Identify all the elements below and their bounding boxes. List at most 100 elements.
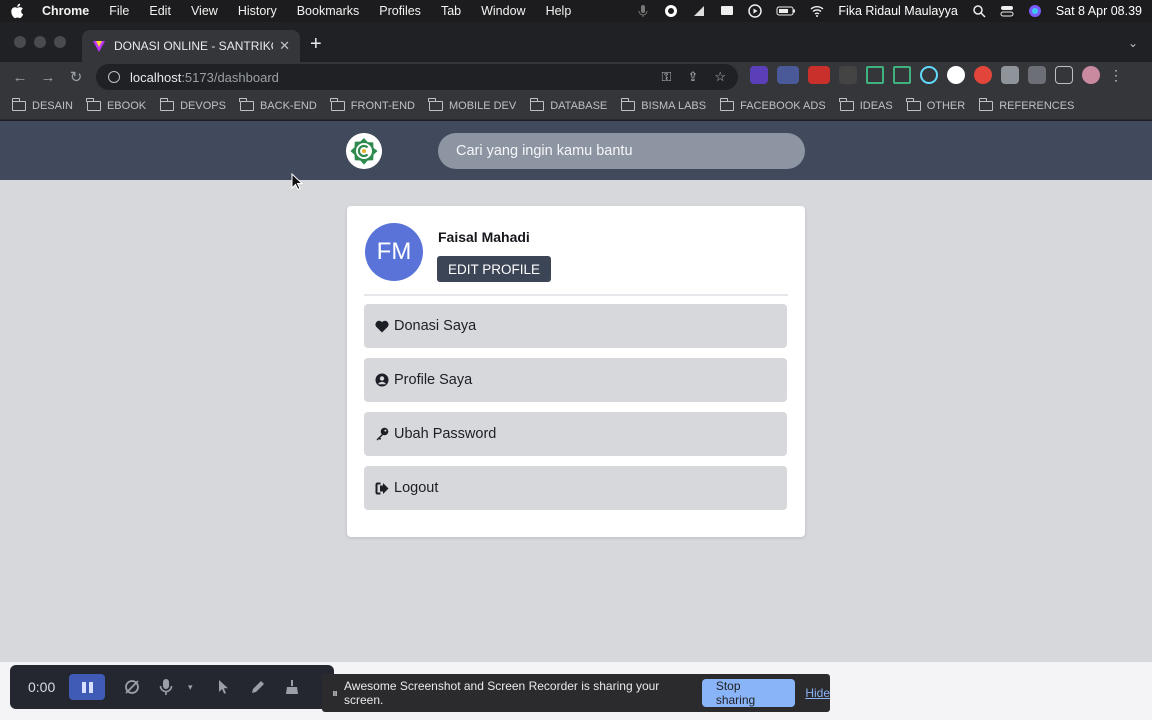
menu-window[interactable]: Window xyxy=(481,4,525,18)
bookmark-folder[interactable]: DESAIN xyxy=(11,97,73,112)
menu-item-profile-saya[interactable]: Profile Saya xyxy=(364,358,787,402)
bookmark-folder[interactable]: BACK-END xyxy=(239,97,317,112)
minimize-window-button[interactable] xyxy=(34,36,46,48)
site-logo[interactable] xyxy=(346,133,382,169)
creative-cloud-icon[interactable] xyxy=(664,4,678,18)
folder-icon xyxy=(839,97,854,111)
menu-view[interactable]: View xyxy=(191,4,218,18)
tab-donasi-online[interactable]: DONASI ONLINE - SANTRIKODI ✕ xyxy=(82,30,300,62)
bookmark-label: DESAIN xyxy=(32,99,73,112)
screen-sharing-notice: ⏸ Awesome Screenshot and Screen Recorder… xyxy=(322,674,830,712)
bookmark-label: IDEAS xyxy=(859,99,893,112)
spotlight-search-icon[interactable] xyxy=(972,4,986,18)
bookmark-label: MOBILE DEV xyxy=(448,99,517,112)
search-input[interactable]: Cari yang ingin kamu bantu xyxy=(438,133,805,169)
menu-help[interactable]: Help xyxy=(546,4,572,18)
close-tab-icon[interactable]: ✕ xyxy=(279,38,290,54)
screen-recorder-toolbar: 0:00 ▾ xyxy=(10,665,334,709)
siri-icon[interactable] xyxy=(1028,4,1042,18)
bookmark-star-icon[interactable]: ☆ xyxy=(714,69,726,85)
profile-avatar-icon[interactable] xyxy=(1082,66,1100,84)
menubar-username[interactable]: Fika Ridaul Maulayya xyxy=(838,4,958,18)
site-info-icon[interactable] xyxy=(108,71,120,83)
menu-profiles[interactable]: Profiles xyxy=(379,4,421,18)
play-circle-icon[interactable] xyxy=(748,4,763,18)
chrome-menu-icon[interactable]: ⋮ xyxy=(1109,66,1123,84)
folder-icon xyxy=(906,97,921,111)
reading-list-icon[interactable] xyxy=(1028,66,1046,84)
menu-tab[interactable]: Tab xyxy=(441,4,461,18)
pointer-tool-icon[interactable] xyxy=(215,678,233,696)
menu-history[interactable]: History xyxy=(238,4,277,18)
microphone-icon[interactable] xyxy=(636,4,650,18)
pen-tool-icon[interactable] xyxy=(249,678,267,696)
extension-metric-icon[interactable] xyxy=(777,66,799,84)
wifi-icon[interactable] xyxy=(810,4,824,18)
folder-icon xyxy=(11,97,26,111)
bookmark-folder[interactable]: BISMA LABS xyxy=(620,97,706,112)
edit-profile-button[interactable]: EDIT PROFILE xyxy=(437,256,552,282)
extension-i-icon[interactable] xyxy=(839,66,857,84)
close-window-button[interactable] xyxy=(14,36,26,48)
vue-devtools-alt-icon[interactable] xyxy=(893,66,911,84)
bookmark-folder[interactable]: EBOOK xyxy=(86,97,147,112)
microphone-icon[interactable] xyxy=(157,678,175,696)
menubar-datetime[interactable]: Sat 8 Apr 08.39 xyxy=(1056,4,1142,18)
bookmark-folder[interactable]: DEVOPS xyxy=(159,97,226,112)
site-header: Cari yang ingin kamu bantu xyxy=(0,121,1152,180)
extension-purple-icon[interactable] xyxy=(750,66,768,84)
menu-edit[interactable]: Edit xyxy=(149,4,171,18)
control-center-icon[interactable] xyxy=(1000,4,1014,18)
stop-sharing-button[interactable]: Stop sharing xyxy=(701,679,796,707)
react-devtools-icon[interactable] xyxy=(920,66,938,84)
mic-dropdown-chevron-icon[interactable]: ▾ xyxy=(181,678,199,696)
share-icon[interactable]: ⇪ xyxy=(687,69,698,85)
bookmark-label: FRONT-END xyxy=(350,99,415,112)
new-tab-button[interactable]: + xyxy=(310,34,322,54)
extensions-puzzle-icon[interactable] xyxy=(1001,66,1019,84)
battery-icon[interactable] xyxy=(776,4,796,18)
adblock-plus-icon[interactable] xyxy=(974,66,992,84)
bookmark-folder[interactable]: OTHER xyxy=(906,97,965,112)
pause-recording-button[interactable] xyxy=(69,674,106,700)
bookmark-folder[interactable]: MOBILE DEV xyxy=(428,97,517,112)
bookmark-label: DATABASE xyxy=(550,99,608,112)
zoom-window-button[interactable] xyxy=(54,36,66,48)
bookmark-folder[interactable]: FRONT-END xyxy=(330,97,415,112)
bookmark-folder[interactable]: REFERENCES xyxy=(978,97,1074,112)
eraser-broom-icon[interactable] xyxy=(283,678,301,696)
chrome-tab-strip: DONASI ONLINE - SANTRIKODI ✕ + ⌄ xyxy=(0,22,1152,62)
camera-off-icon[interactable] xyxy=(123,678,141,696)
bookmark-folder[interactable]: IDEAS xyxy=(839,97,893,112)
menu-file[interactable]: File xyxy=(109,4,129,18)
tab-search-chevron-icon[interactable]: ⌄ xyxy=(1128,36,1138,50)
apple-icon[interactable] xyxy=(10,3,24,19)
back-arrow-icon[interactable]: ← xyxy=(6,69,34,86)
bookmark-folder[interactable]: FACEBOOK ADS xyxy=(719,97,826,112)
menu-bookmarks[interactable]: Bookmarks xyxy=(297,4,360,18)
vue-devtools-icon[interactable] xyxy=(866,66,884,84)
hide-sharing-link[interactable]: Hide xyxy=(805,686,830,700)
extension-lcp-icon[interactable] xyxy=(808,66,830,84)
user-circle-icon xyxy=(374,372,390,388)
menu-item-logout[interactable]: Logout xyxy=(364,466,787,510)
menu-app-name[interactable]: Chrome xyxy=(42,4,89,18)
extensions-row: ⋮ xyxy=(750,66,1123,84)
bookmark-label: EBOOK xyxy=(106,99,147,112)
folder-icon xyxy=(239,97,254,111)
password-key-icon[interactable]: ⚿ xyxy=(662,69,672,85)
reload-icon[interactable]: ↻ xyxy=(62,68,90,86)
folder-icon xyxy=(978,97,994,111)
profile-card: FM Faisal Mahadi EDIT PROFILE Donasi Say… xyxy=(347,206,805,537)
menu-item-ubah-password[interactable]: Ubah Password xyxy=(364,412,787,456)
forward-arrow-icon[interactable]: → xyxy=(34,69,62,86)
extension-circle-icon[interactable] xyxy=(947,66,965,84)
user-name: Faisal Mahadi xyxy=(438,229,530,245)
menu-item-donasi-saya[interactable]: Donasi Saya xyxy=(364,304,787,348)
wifi-signal-icon[interactable] xyxy=(692,4,706,18)
address-bar[interactable]: localhost:5173/dashboard ⚿ ⇪ ☆ xyxy=(96,64,738,90)
recording-timer: 0:00 xyxy=(28,679,56,695)
bookmark-folder[interactable]: DATABASE xyxy=(529,97,608,112)
side-panel-icon[interactable] xyxy=(1055,66,1073,84)
notification-icon[interactable] xyxy=(720,4,734,18)
